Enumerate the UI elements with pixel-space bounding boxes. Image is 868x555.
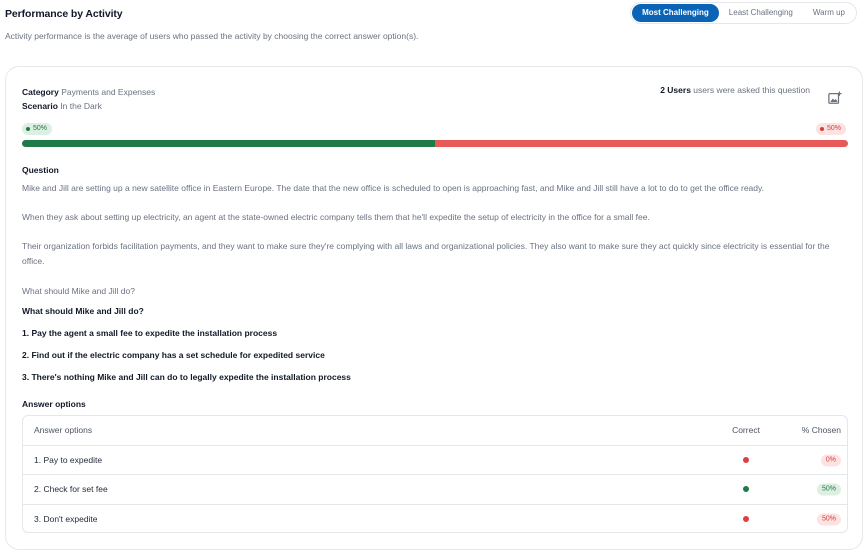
question-heading: Question [22,165,59,175]
users-count: 2 Users [660,85,691,95]
incorrect-dot-icon [743,516,749,523]
answer-option-text: 1. Pay to expedite [34,454,103,465]
tab-most-challenging[interactable]: Most Challenging [632,4,719,22]
performance-bar-correct [22,140,435,147]
users-text: users were asked this question [693,85,810,95]
tab-warm-up[interactable]: Warm up [803,4,855,22]
correct-percent-badge: 50% [22,123,53,135]
performance-bar-incorrect [435,140,848,147]
incorrect-percent-text: 50% [826,125,841,132]
question-prompt: What should Mike and Jill do? [22,286,135,296]
correct-percent-text: 50% [33,125,48,132]
incorrect-dot-icon [819,127,824,131]
category-label: Category [22,87,59,97]
percent-chosen: 50% [767,513,847,526]
category-value: Payments and Expenses [61,87,156,97]
tab-least-challenging[interactable]: Least Challenging [719,4,803,22]
table-row: 2. Check for set fee 50% [23,475,847,505]
question-paragraph: Mike and Jill are setting up a new satel… [22,183,764,193]
users-asked: 2 Users users were asked this question [660,85,810,95]
scenario-label: Scenario [22,101,58,111]
challenge-tabs: Most Challenging Least Challenging Warm … [630,2,857,24]
col-percent-chosen: % Chosen [801,425,841,436]
percent-chosen: 50% [767,483,847,496]
page-subtitle: Activity performance is the average of u… [5,31,419,41]
answers-heading: Answer options [22,399,86,409]
table-row: 3. Don't expedite 50% [23,505,847,533]
percent-chosen: 0% [767,453,847,467]
answer-option-text: 2. Check for set fee [34,484,108,495]
choice-item: 3. There's nothing Mike and Jill can do … [22,372,351,382]
question-prompt-bold: What should Mike and Jill do? [22,306,144,316]
percent-chosen-badge: 0% [820,454,841,467]
page-title: Performance by Activity [5,8,123,20]
table-header-row: Answer options Correct % Chosen [23,416,847,446]
percent-chosen-badge: 50% [816,513,841,526]
correct-dot-icon [743,486,749,493]
answers-table: Answer options Correct % Chosen 1. Pay t… [22,415,848,533]
scenario-value: In the Dark [60,101,102,111]
add-image-icon[interactable] [828,91,842,105]
question-paragraph: When they ask about setting up electrici… [22,212,650,222]
page-header: Performance by Activity Most Challenging… [5,0,863,30]
col-answer-options: Answer options [34,425,93,436]
activity-card: Category Payments and Expenses Scenario … [5,66,863,550]
table-row: 1. Pay to expedite 0% [23,446,847,475]
performance-bar [22,140,848,147]
activity-meta: Category Payments and Expenses Scenario … [22,85,155,113]
question-paragraph: Their organization forbids facilitation … [22,241,830,266]
choice-item: 1. Pay the agent a small fee to expedite… [22,328,278,338]
incorrect-dot-icon [743,456,749,463]
percent-chosen-badge: 50% [816,483,841,496]
choice-item: 2. Find out if the electric company has … [22,350,325,360]
correct-dot-icon [26,127,30,131]
answer-option-text: 3. Don't expedite [34,514,98,525]
incorrect-percent-badge: 50% [815,123,846,135]
